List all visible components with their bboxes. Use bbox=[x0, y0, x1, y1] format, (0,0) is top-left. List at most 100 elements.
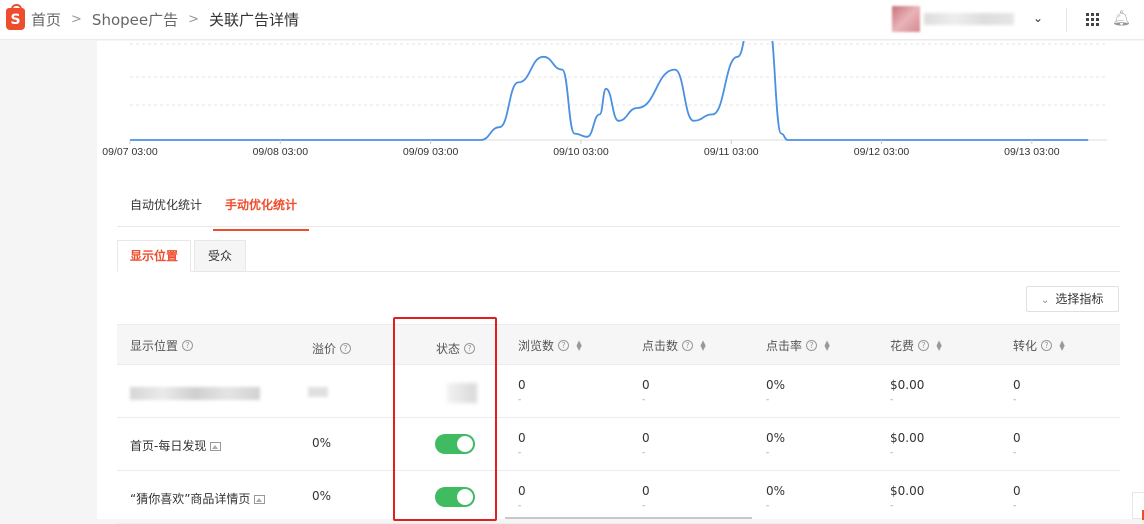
spend-sub: - bbox=[890, 395, 894, 405]
bell-icon[interactable]: 🔔︎ bbox=[1112, 9, 1131, 27]
x-tick-label: 09/13 03:00 bbox=[1004, 146, 1060, 158]
chevron-right-icon: > bbox=[188, 12, 200, 27]
help-icon[interactable]: ? bbox=[682, 340, 694, 351]
ctr-sub: - bbox=[766, 501, 770, 511]
conversions-value: 0 bbox=[1013, 431, 1021, 445]
chevron-down-icon[interactable]: ⌄ bbox=[1033, 11, 1043, 25]
divider bbox=[1066, 8, 1067, 32]
clicks-value: 0 bbox=[642, 431, 650, 445]
premium-value: 0% bbox=[312, 489, 332, 503]
chevron-right-icon: > bbox=[71, 12, 82, 27]
table-header: 显示位置? 溢价? 状态? 浏览数? ▲ ▼ 点击数? ▲ ▼ 点击率? ▲ ▼ 花费? ▲ ▼… bbox=[117, 324, 1120, 365]
col-conversions-label: 转化 bbox=[1013, 339, 1038, 353]
tab-auto-optimization[interactable]: 自动优化统计 bbox=[130, 196, 202, 229]
conversions-sub: - bbox=[1013, 395, 1017, 405]
chart-grid bbox=[130, 43, 1107, 141]
placement-name-text: 首页-每日发现 bbox=[130, 439, 207, 453]
premium-redacted bbox=[308, 387, 328, 397]
col-conversions[interactable]: 转化? ▲ ▼ bbox=[1013, 337, 1065, 354]
sort-icon[interactable]: ▲ ▼ bbox=[936, 339, 942, 351]
ctr-value: 0% bbox=[766, 378, 786, 392]
col-clicks[interactable]: 点击数? ▲ ▼ bbox=[642, 337, 706, 354]
views-value: 0 bbox=[518, 431, 526, 445]
col-ctr-label: 点击率 bbox=[766, 339, 803, 353]
account-switcher[interactable] bbox=[892, 6, 1014, 32]
spend-sub: - bbox=[890, 501, 894, 511]
sort-icon[interactable]: ▲ ▼ bbox=[576, 339, 582, 351]
ctr-value: 0% bbox=[766, 484, 786, 498]
placement-name-text: “猜你喜欢”商品详情页 bbox=[130, 492, 251, 506]
clicks-sub: - bbox=[642, 395, 646, 405]
tab-manual-optimization[interactable]: 手动优化统计 bbox=[213, 196, 310, 231]
table-row: 首页-每日发现 0% 0 - 0 - 0% - $0.00 - 0 - bbox=[117, 418, 1120, 471]
x-tick-label: 09/11 03:00 bbox=[704, 146, 759, 158]
tab-audience[interactable]: 受众 bbox=[194, 240, 246, 272]
avatar bbox=[892, 6, 920, 32]
conversions-value: 0 bbox=[1013, 378, 1021, 392]
col-ctr[interactable]: 点击率? ▲ ▼ bbox=[766, 337, 830, 354]
placement-name: “猜你喜欢”商品详情页 bbox=[130, 490, 266, 507]
chart-series-line bbox=[129, 41, 1089, 141]
shopee-logo-icon[interactable]: S bbox=[6, 4, 25, 30]
double-chevron-down-icon: ⌄ bbox=[1041, 295, 1050, 306]
breadcrumb-shopee-ads[interactable]: Shopee广告 bbox=[92, 9, 178, 30]
tab-placement[interactable]: 显示位置 bbox=[117, 240, 191, 272]
sort-icon[interactable]: ▲ ▼ bbox=[700, 339, 706, 351]
conversions-sub: - bbox=[1013, 501, 1017, 511]
placement-name: 首页-每日发现 bbox=[130, 437, 222, 454]
select-metrics-label: 选择指标 bbox=[1055, 292, 1104, 306]
clicks-value: 0 bbox=[642, 378, 650, 392]
x-tick-label: 09/10 03:00 bbox=[553, 146, 609, 158]
help-icon[interactable]: ? bbox=[806, 340, 818, 351]
spend-value: $0.00 bbox=[890, 378, 925, 392]
help-icon[interactable]: ? bbox=[1041, 340, 1053, 351]
col-spend[interactable]: 花费? ▲ ▼ bbox=[890, 337, 942, 354]
views-value: 0 bbox=[518, 378, 526, 392]
conversions-value: 0 bbox=[1013, 484, 1021, 498]
sort-icon[interactable]: ▲ ▼ bbox=[1059, 339, 1065, 351]
stat-tabs: 自动优化统计 手动优化统计 bbox=[117, 182, 1120, 231]
placement-name-redacted bbox=[130, 387, 260, 400]
ad-detail-card: 09/07 03:00 09/08 03:00 09/09 03:00 09/10 0… bbox=[97, 41, 1144, 524]
account-name-redacted bbox=[924, 13, 1014, 25]
col-placement-label: 显示位置 bbox=[130, 339, 179, 353]
premium-value: 0% bbox=[312, 436, 332, 450]
sort-icon[interactable]: ▲ ▼ bbox=[824, 339, 830, 351]
conversions-sub: - bbox=[1013, 448, 1017, 458]
col-views[interactable]: 浏览数? ▲ ▼ bbox=[518, 337, 582, 354]
ctr-sub: - bbox=[766, 448, 770, 458]
views-sub: - bbox=[518, 501, 522, 511]
clicks-value: 0 bbox=[642, 484, 650, 498]
help-icon[interactable]: ? bbox=[182, 340, 194, 351]
select-metrics-button[interactable]: ⌄ 选择指标 bbox=[1026, 286, 1119, 312]
ctr-sub: - bbox=[766, 395, 770, 405]
x-tick-label: 09/12 03:00 bbox=[854, 146, 910, 158]
col-premium: 溢价? bbox=[312, 340, 352, 357]
clicks-sub: - bbox=[642, 501, 646, 511]
help-icon[interactable]: ? bbox=[558, 340, 570, 351]
col-premium-label: 溢价 bbox=[312, 342, 337, 356]
side-help-widget[interactable] bbox=[1132, 492, 1144, 520]
col-views-label: 浏览数 bbox=[518, 339, 555, 353]
spend-value: $0.00 bbox=[890, 431, 925, 445]
x-tick-label: 09/09 03:00 bbox=[403, 146, 459, 158]
views-value: 0 bbox=[518, 484, 526, 498]
apps-grid-icon[interactable] bbox=[1086, 13, 1099, 26]
col-spend-label: 花费 bbox=[890, 339, 915, 353]
help-icon[interactable]: ? bbox=[918, 340, 930, 351]
breadcrumb-current: 关联广告详情 bbox=[209, 11, 300, 29]
status-column-highlight bbox=[393, 317, 497, 521]
col-placement: 显示位置? bbox=[130, 337, 194, 354]
image-preview-icon[interactable] bbox=[210, 442, 222, 451]
x-tick-label: 09/07 03:00 bbox=[102, 146, 158, 158]
help-icon[interactable]: ? bbox=[340, 343, 352, 354]
breadcrumb: 首页 > Shopee广告 > 关联广告详情 bbox=[31, 9, 299, 30]
col-clicks-label: 点击数 bbox=[642, 339, 679, 353]
dimension-tabs: 显示位置 受众 bbox=[117, 240, 1120, 272]
breadcrumb-home[interactable]: 首页 bbox=[31, 9, 61, 30]
performance-line-chart: 09/07 03:00 09/08 03:00 09/09 03:00 09/10 0… bbox=[102, 41, 1107, 158]
views-sub: - bbox=[518, 448, 522, 458]
image-preview-icon[interactable] bbox=[254, 495, 266, 504]
x-axis-ticks: 09/07 03:00 09/08 03:00 09/09 03:00 09/10 0… bbox=[102, 140, 1060, 158]
ctr-value: 0% bbox=[766, 431, 786, 445]
